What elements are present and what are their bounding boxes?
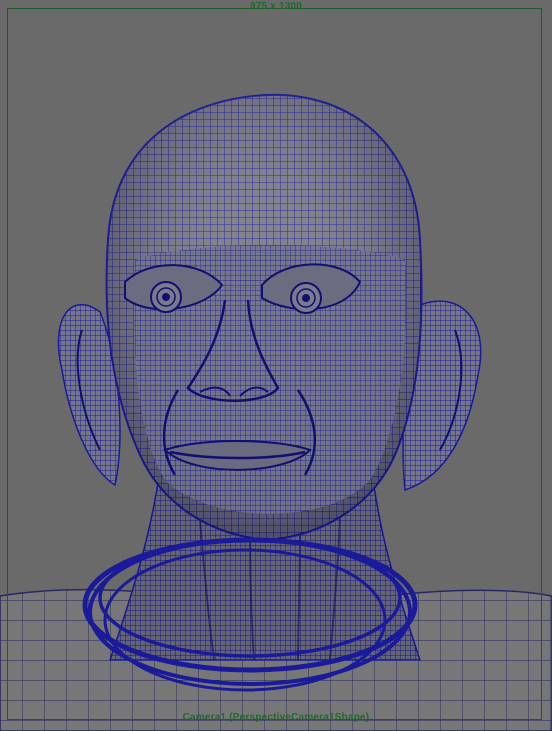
- resolution-gate: [7, 8, 542, 720]
- camera-name-label: Camera1 (PerspectiveCamera1Shape): [182, 712, 370, 723]
- 3d-viewport[interactable]: 975 x 1300 Camera1 (PerspectiveCamera1Sh…: [0, 0, 552, 731]
- resolution-gate-label: 975 x 1300: [249, 1, 303, 12]
